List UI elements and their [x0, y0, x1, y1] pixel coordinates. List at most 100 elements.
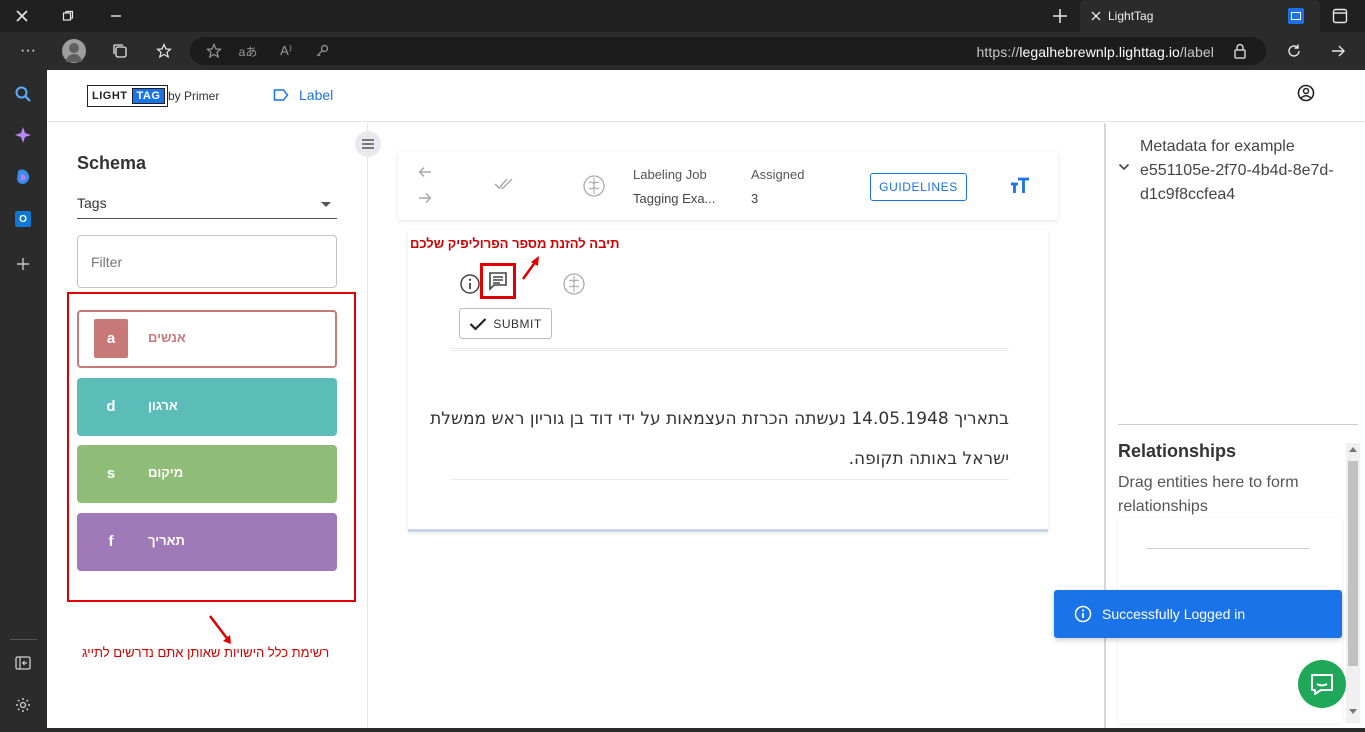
more-menu-icon[interactable]: ··· [18, 41, 38, 61]
info-icon [1074, 605, 1092, 623]
forward-arrow-icon[interactable] [418, 192, 432, 204]
text-size-icon[interactable] [1010, 177, 1030, 195]
brain-model-icon[interactable] [562, 272, 586, 296]
labeling-job-label: Labeling Job [633, 167, 707, 182]
toast-message: Successfully Logged in [1102, 606, 1246, 622]
search-icon[interactable] [12, 83, 34, 105]
comment-annotation-note: תיבה להזנת מספר הפרוליפיק שלכם [410, 236, 620, 251]
app-header: LIGHT TAG by Primer Label [47, 70, 1365, 122]
tab-title: LightTag [1108, 9, 1154, 23]
copilot-icon[interactable] [12, 166, 34, 188]
assigned-label: Assigned [751, 167, 805, 182]
window-bottom-edge [47, 728, 1365, 732]
profile-avatar-icon[interactable] [62, 39, 86, 63]
browser-title-bar: LightTag [0, 0, 1365, 32]
done-all-icon[interactable] [494, 178, 514, 190]
lighttag-page: LIGHTTAG by Primer Label Schema Tags a א… [47, 70, 1365, 728]
annotation-arrow-icon [209, 615, 231, 644]
login-toast: Successfully Logged in [1054, 590, 1342, 638]
annotation-arrow-icon [521, 256, 539, 280]
tag-item-date[interactable]: f תאריך [77, 513, 337, 571]
tab-lighttag[interactable]: LightTag [1080, 0, 1320, 32]
comment-icon [489, 272, 507, 291]
browser-toolbar: ··· aあ A⁾ https://legalhebrewnlp.lightta… [0, 32, 1365, 70]
check-icon [470, 317, 487, 331]
url-text: https://legalhebrewnlp.lighttag.io/label [976, 44, 1214, 60]
comment-button[interactable] [480, 263, 516, 299]
schema-title: Schema [77, 153, 147, 173]
tag-item-people[interactable]: a אנשים [77, 310, 337, 368]
menu-icon [362, 139, 374, 149]
lock-icon[interactable] [1230, 41, 1250, 61]
outlook-icon[interactable]: O [12, 208, 34, 230]
relationships-divider [1146, 548, 1310, 549]
tag-item-organization[interactable]: d ארגון [77, 378, 337, 436]
settings-gear-icon[interactable] [12, 694, 34, 716]
translate-icon[interactable]: aあ [238, 41, 258, 61]
metadata-text: Metadata for example e551105e-2f70-4b4d-… [1140, 138, 1334, 203]
document-text: בתאריך 14.05.1948 נעשתה הכרזת העצמאות על… [430, 350, 1009, 480]
new-tab-icon[interactable] [1050, 6, 1070, 26]
forward-icon[interactable] [1328, 41, 1348, 61]
guidelines-button[interactable]: GUIDELINES [870, 173, 967, 201]
logo-by-primer: by Primer [168, 89, 220, 103]
nav-label-text: Label [299, 87, 334, 103]
chevron-down-icon [321, 202, 331, 207]
schema-select-value: Tags [77, 195, 107, 211]
chevron-down-icon[interactable] [1118, 163, 1130, 171]
restore-window-icon[interactable] [58, 6, 78, 26]
tag-filter-input[interactable] [77, 235, 337, 288]
scroll-up-icon[interactable] [1349, 447, 1357, 452]
chat-launcher-button[interactable] [1298, 660, 1346, 708]
rail-divider [10, 639, 37, 640]
relationships-title: Relationships [1118, 441, 1237, 461]
chat-icon [1311, 674, 1333, 695]
tag-name: מיקום [148, 465, 184, 480]
labeling-toolbar: Labeling Job Tagging Exa... Assigned 3 G… [398, 152, 1058, 220]
nav-label-link[interactable]: Label [273, 87, 333, 103]
account-circle-icon[interactable] [1297, 84, 1315, 102]
collapse-sidebar-button[interactable] [355, 131, 381, 157]
add-sidebar-app-icon[interactable] [12, 253, 34, 275]
key-icon[interactable] [312, 41, 332, 61]
favorites-icon[interactable] [154, 41, 174, 61]
hide-sidebar-icon[interactable] [12, 652, 34, 674]
submit-label: SUBMIT [493, 316, 542, 331]
refresh-icon[interactable] [1284, 41, 1304, 61]
close-window-icon[interactable] [12, 6, 32, 26]
schema-type-select[interactable]: Tags [77, 192, 337, 219]
relationships-description: Drag entities here to form relationships [1118, 474, 1299, 515]
lighttag-favicon-icon [1288, 8, 1304, 24]
schema-sidebar: Schema Tags a אנשים d ארגון s מיקום f תא… [47, 123, 368, 728]
collections-icon[interactable] [110, 41, 130, 61]
add-favorite-icon[interactable] [204, 41, 224, 61]
schema-annotation-note: רשימת כלל הישויות שאותן אתם נדרשים לתייג [82, 645, 330, 660]
copilot-sparkle-icon[interactable] [12, 124, 34, 146]
tag-name: תאריך [148, 533, 185, 548]
tab-actions-icon[interactable] [1330, 6, 1350, 26]
document-line[interactable]: בתאריך 14.05.1948 נעשתה הכרזת העצמאות על… [430, 409, 1009, 429]
submit-button[interactable]: SUBMIT [459, 308, 552, 339]
scroll-down-icon[interactable] [1349, 709, 1357, 714]
tag-item-location[interactable]: s מיקום [77, 445, 337, 503]
panel-divider [1118, 424, 1358, 425]
document-line[interactable]: ישראל באותה תקופה. [849, 449, 1009, 469]
assigned-value: 3 [751, 191, 759, 206]
close-tab-icon[interactable] [1086, 6, 1106, 26]
tag-key: f [94, 522, 128, 561]
browser-sidebar: O [0, 70, 47, 732]
minimize-window-icon[interactable] [106, 6, 126, 26]
scroll-thumb[interactable] [1348, 461, 1358, 666]
read-aloud-icon[interactable]: A⁾ [276, 41, 296, 61]
tag-key: a [94, 319, 128, 358]
address-bar[interactable]: aあ A⁾ https://legalhebrewnlp.lighttag.io… [190, 37, 1266, 65]
tag-name: אנשים [148, 330, 186, 345]
info-icon[interactable] [459, 273, 481, 295]
brain-icon[interactable] [582, 174, 606, 198]
lighttag-logo[interactable]: LIGHT TAG [87, 85, 169, 107]
label-tag-icon [273, 89, 289, 101]
tag-name: ארגון [148, 398, 178, 413]
scrollbar[interactable] [1346, 443, 1360, 723]
back-arrow-icon[interactable] [418, 166, 432, 178]
tag-key: d [94, 387, 128, 426]
